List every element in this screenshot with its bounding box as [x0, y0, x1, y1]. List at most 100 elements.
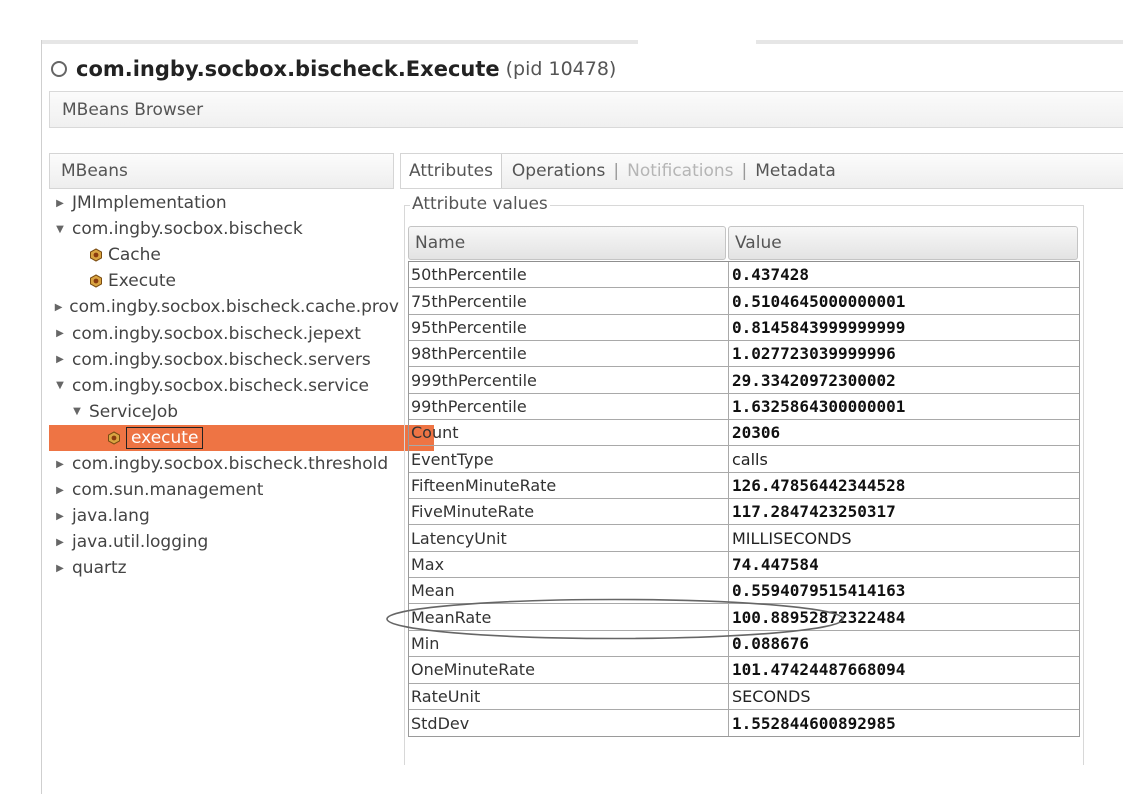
attribute-name: FifteenMinuteRate [409, 472, 729, 499]
attribute-value: 101.47424487668094 [732, 660, 906, 680]
expand-arrow-icon[interactable]: ▶ [54, 485, 66, 496]
tab-notifications: Notifications [627, 161, 734, 181]
tree-node-label: com.ingby.socbox.bischeck.threshold [72, 454, 389, 474]
expand-arrow-icon[interactable]: ▶ [54, 198, 66, 209]
attribute-row[interactable]: FifteenMinuteRate 126.47856442344528 [409, 472, 1079, 500]
attribute-row[interactable]: Count 20306 [409, 420, 1079, 447]
tree-node[interactable]: ▶ com.ingby.socbox.bischeck.cache.prov [49, 294, 399, 320]
attribute-value: 1.6325864300000001 [732, 396, 906, 416]
tree-node[interactable]: ▶ quartz [49, 555, 399, 581]
tab-operations[interactable]: Operations [504, 154, 613, 188]
attribute-name: Count [409, 420, 729, 446]
mbeans-panel-header: MBeans [49, 153, 394, 189]
mbeans-tree[interactable]: ▶ JMImplementation ▼ com.ingby.socbox.bisch… [49, 190, 434, 610]
attribute-row[interactable]: 98thPercentile 1.027723039999996 [409, 341, 1079, 368]
attribute-row[interactable]: Mean 0.5594079515414163 [409, 578, 1079, 605]
attribute-row[interactable]: FiveMinuteRate 117.2847423250317 [409, 499, 1079, 526]
attribute-value: 29.33420972300002 [732, 370, 896, 390]
tab-attributes[interactable]: Attributes [401, 154, 502, 188]
process-pid: (pid 10478) [505, 58, 617, 80]
tree-node-label: ServiceJob [89, 401, 179, 422]
tree-node-label: com.sun.management [72, 480, 264, 501]
attribute-table-body: 50thPercentile 0.437428 75thPercentile 0.51… [408, 261, 1080, 738]
expand-arrow-icon[interactable]: ▶ [54, 328, 66, 339]
tree-node-label: execute [126, 426, 204, 449]
expand-arrow-icon[interactable]: ▶ [54, 563, 66, 574]
tree-node[interactable]: ▶ com.ingby.socbox.bischeck.jepext [49, 321, 399, 347]
attribute-value: 20306 [732, 423, 781, 443]
attribute-row[interactable]: OneMinuteRate 101.47424487668094 [409, 657, 1079, 684]
mbean-icon [89, 248, 103, 262]
tree-node-label: Cache [108, 245, 161, 266]
tree-node[interactable]: ▶ com.sun.management [49, 477, 399, 503]
collapse-arrow-icon[interactable]: ▼ [54, 380, 66, 391]
attribute-name: 95thPercentile [409, 314, 729, 341]
attribute-row[interactable]: EventType calls [409, 446, 1079, 473]
tree-node-label: Execute [108, 271, 176, 292]
attribute-name: MeanRate [409, 604, 729, 630]
attribute-name: 999thPercentile [409, 367, 729, 393]
tree-node[interactable]: ▼ com.ingby.socbox.bischeck.service [49, 373, 399, 399]
attribute-value: calls [732, 449, 768, 469]
tree-node[interactable]: ▶ java.util.logging [49, 529, 399, 555]
attribute-name: FiveMinuteRate [409, 499, 729, 525]
mbean-icon [107, 431, 121, 445]
tab-metadata[interactable]: Metadata [747, 154, 844, 188]
attribute-value: 1.027723039999996 [732, 344, 896, 364]
tree-node-label: com.ingby.socbox.bischeck [72, 219, 303, 240]
tree-node[interactable]: ▶ com.ingby.socbox.bischeck.threshold [49, 451, 399, 477]
attribute-value: 74.447584 [732, 554, 819, 574]
column-header-value[interactable]: Value [728, 226, 1078, 260]
tree-node[interactable]: ▶ java.lang [49, 503, 399, 529]
attribute-value: 0.437428 [732, 265, 810, 285]
collapse-arrow-icon[interactable]: ▼ [54, 224, 66, 235]
attribute-row[interactable]: RateUnit SECONDS [409, 683, 1079, 710]
expand-arrow-icon[interactable]: ▶ [54, 459, 66, 470]
attribute-row[interactable]: 95thPercentile 0.8145843999999999 [409, 314, 1079, 342]
attribute-table-header: Name Value [408, 225, 1080, 261]
tree-node[interactable]: ▼ ServiceJob [49, 399, 416, 425]
attribute-row[interactable]: StdDev 1.552844600892985 [409, 709, 1079, 737]
attribute-row[interactable]: LatencyUnit MILLISECONDS [409, 525, 1079, 552]
attribute-row[interactable]: 50thPercentile 0.437428 [409, 262, 1079, 289]
attribute-name: 98thPercentile [409, 341, 729, 367]
attribute-row[interactable]: MeanRate 100.88952872322484 [409, 604, 1079, 631]
tree-node[interactable]: execute [49, 424, 434, 451]
attribute-value: SECONDS [732, 686, 811, 706]
tree-node-label: java.lang [72, 506, 150, 527]
mbean-icon [89, 274, 103, 288]
attribute-values-title: Attribute values [410, 193, 550, 215]
attribute-row[interactable]: Min 0.088676 [409, 630, 1079, 658]
collapse-arrow-icon[interactable]: ▼ [71, 406, 83, 417]
tree-node[interactable]: ▼ com.ingby.socbox.bischeck [49, 216, 399, 242]
tree-node[interactable]: Cache [49, 242, 416, 268]
attribute-row[interactable]: Max 74.447584 [409, 551, 1079, 579]
tree-node[interactable]: Execute [49, 268, 416, 294]
expand-arrow-icon[interactable]: ▶ [54, 537, 66, 548]
attribute-name: Max [409, 551, 729, 578]
process-class-name: com.ingby.socbox.bischeck.Execute [76, 57, 500, 81]
attribute-name: 99thPercentile [409, 393, 729, 420]
attribute-value: MILLISECONDS [732, 528, 852, 548]
tree-node[interactable]: ▶ JMImplementation [49, 190, 399, 216]
detail-tabs: Attributes Operations | Notifications | Metad… [400, 153, 1123, 189]
tree-node-label: java.util.logging [72, 532, 209, 553]
attribute-name: OneMinuteRate [409, 657, 729, 683]
attribute-row[interactable]: 999thPercentile 29.33420972300002 [409, 367, 1079, 394]
attribute-name: Mean [409, 578, 729, 604]
attribute-value: 0.088676 [732, 633, 810, 653]
attribute-value: 126.47856442344528 [732, 475, 906, 495]
attribute-row[interactable]: 99thPercentile 1.6325864300000001 [409, 393, 1079, 421]
expand-arrow-icon[interactable]: ▶ [54, 354, 66, 365]
attribute-name: StdDev [409, 709, 729, 737]
mbeans-browser-header: MBeans Browser [49, 91, 1123, 128]
attribute-name: EventType [409, 446, 729, 472]
attribute-name: LatencyUnit [409, 525, 729, 551]
attribute-row[interactable]: 75thPercentile 0.5104645000000001 [409, 288, 1079, 315]
tree-node[interactable]: ▶ com.ingby.socbox.bischeck.servers [49, 347, 399, 373]
expand-arrow-icon[interactable]: ▶ [54, 302, 63, 313]
tree-node-label: com.ingby.socbox.bischeck.cache.prov [69, 297, 399, 318]
column-header-name[interactable]: Name [408, 226, 726, 260]
expand-arrow-icon[interactable]: ▶ [54, 511, 66, 522]
tree-node-label: com.ingby.socbox.bischeck.servers [72, 349, 371, 370]
